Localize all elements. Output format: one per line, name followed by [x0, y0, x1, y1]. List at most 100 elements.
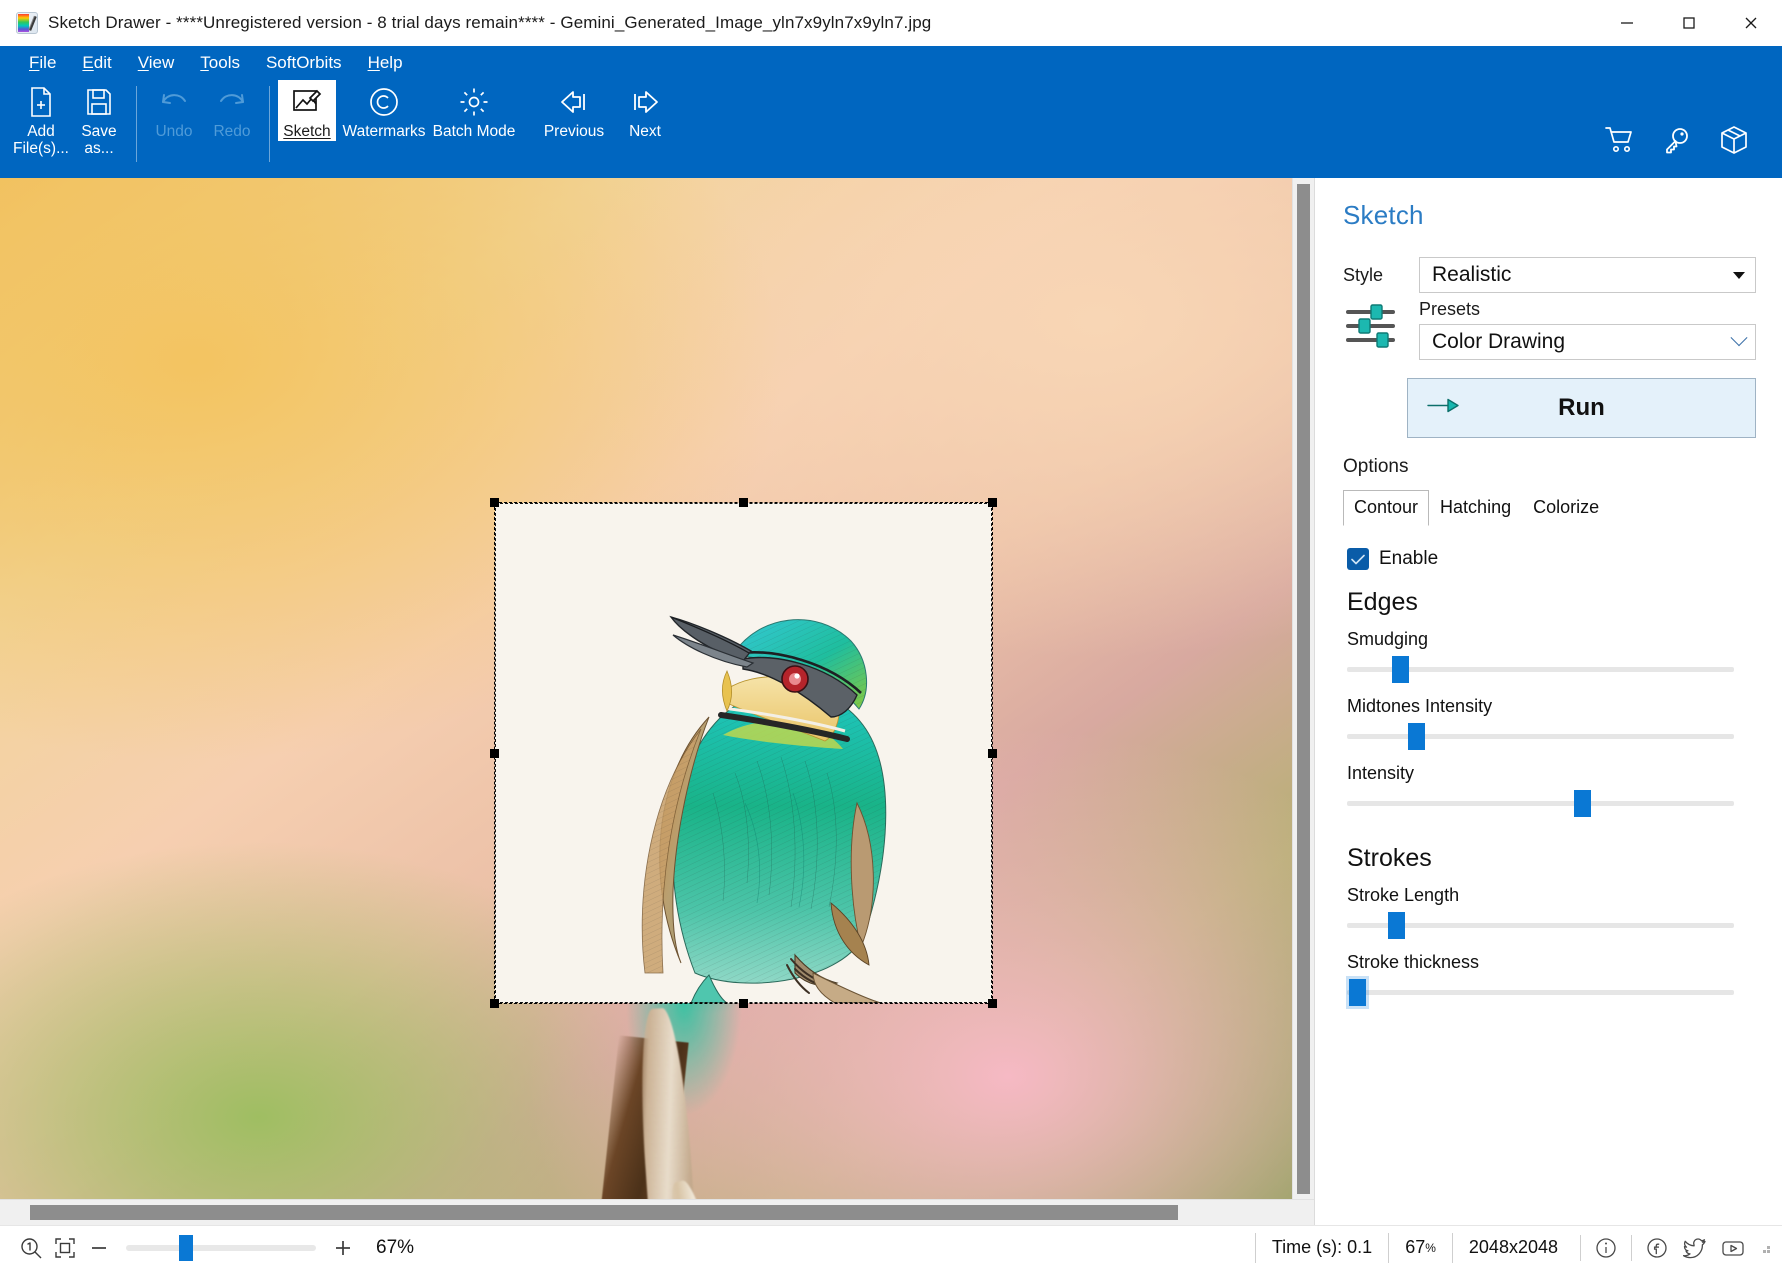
toolbar: Add File(s)... Save as... Undo Redo Sket…	[0, 80, 1782, 178]
slider-label-smudging: Smudging	[1347, 629, 1429, 649]
key-icon[interactable]	[1662, 125, 1692, 155]
next-label: Next	[629, 123, 661, 140]
cart-icon[interactable]	[1604, 125, 1636, 155]
undo-button: Undo	[145, 80, 203, 141]
tab-colorize[interactable]: Colorize	[1522, 490, 1610, 526]
image-canvas[interactable]	[0, 178, 1292, 1199]
horizontal-scroll-thumb[interactable]	[30, 1205, 1178, 1220]
ribbon: File Edit View Tools SoftOrbits Help Add…	[0, 46, 1782, 178]
menu-help[interactable]: Help	[355, 51, 416, 75]
plus-icon[interactable]	[326, 1231, 360, 1265]
presets-label: Presets	[1419, 299, 1481, 319]
status-bar-right: Time (s): 0.1 67% 2048x2048	[1254, 1231, 1772, 1265]
slider-track	[1347, 923, 1734, 928]
slider-thumb[interactable]	[1391, 656, 1409, 683]
slider-smudging[interactable]	[1347, 652, 1752, 686]
sketch-settings-panel: Sketch Style Realistic Presets Color Dra…	[1314, 178, 1782, 1225]
slider-track	[1347, 734, 1734, 739]
add-files-button[interactable]: Add File(s)...	[12, 80, 70, 157]
slider-stroke-thickness[interactable]	[1347, 975, 1752, 1009]
watermarks-button[interactable]: Watermarks	[336, 80, 432, 141]
enable-checkbox[interactable]	[1347, 548, 1369, 570]
menu-tools[interactable]: Tools	[187, 51, 253, 75]
slider-stroke-length[interactable]	[1347, 908, 1752, 942]
previous-button[interactable]: Previous	[532, 80, 616, 141]
resize-handle-bottom-center[interactable]	[739, 999, 748, 1008]
maximize-icon[interactable]	[1658, 0, 1720, 46]
presets-dropdown[interactable]: Color Drawing	[1419, 324, 1756, 360]
menu-bar: File Edit View Tools SoftOrbits Help	[0, 46, 1782, 80]
slider-label-stroke-length: Stroke Length	[1347, 885, 1460, 905]
fit-to-screen-icon[interactable]	[48, 1231, 82, 1265]
resize-handle-bottom-left[interactable]	[490, 999, 499, 1008]
status-divider	[1580, 1234, 1581, 1261]
resize-handle-bottom-right[interactable]	[988, 999, 997, 1008]
menu-file[interactable]: File	[16, 51, 69, 75]
slider-thumb[interactable]	[1387, 912, 1405, 939]
vertical-scroll-thumb[interactable]	[1297, 184, 1310, 1194]
info-icon[interactable]	[1587, 1231, 1625, 1265]
run-button[interactable]: Run	[1407, 378, 1756, 438]
canvas-horizontal-scrollbar[interactable]	[0, 1199, 1314, 1225]
image-dimensions: 2048x2048	[1451, 1232, 1574, 1263]
sketch-label: Sketch	[283, 123, 331, 140]
canvas-scroll-zone	[0, 178, 1314, 1199]
resize-handle-top-left[interactable]	[490, 498, 499, 507]
zoom-slider[interactable]	[126, 1231, 316, 1265]
slider-track	[1347, 801, 1734, 806]
resize-grip[interactable]	[1758, 1241, 1772, 1255]
section-heading-strokes: Strokes	[1347, 844, 1432, 872]
zoom-slider-thumb[interactable]	[179, 1234, 194, 1261]
save-as-button[interactable]: Save as...	[70, 80, 128, 157]
main-body: Sketch Style Realistic Presets Color Dra…	[0, 178, 1782, 1225]
resize-handle-top-right[interactable]	[988, 498, 997, 507]
toolbar-separator-2	[269, 86, 270, 162]
menu-view[interactable]: View	[125, 51, 188, 75]
undo-label: Undo	[155, 123, 193, 140]
watermarks-label: Watermarks	[342, 123, 426, 140]
slider-midtones-intensity[interactable]	[1347, 719, 1752, 753]
sketch-icon	[292, 84, 322, 120]
enable-row[interactable]: Enable	[1347, 548, 1756, 570]
save-as-label: Save as...	[81, 123, 117, 157]
batch-mode-button[interactable]: Batch Mode	[432, 80, 516, 141]
add-file-icon	[28, 84, 54, 120]
youtube-icon[interactable]	[1714, 1231, 1752, 1265]
twitter-icon[interactable]	[1676, 1231, 1714, 1265]
slider-label-midtones-intensity: Midtones Intensity	[1347, 696, 1493, 716]
package-box-icon[interactable]	[1718, 124, 1750, 156]
zoom-actual-size-icon[interactable]	[14, 1231, 48, 1265]
slider-intensity[interactable]	[1347, 786, 1752, 820]
style-dropdown[interactable]: Realistic	[1419, 257, 1756, 293]
gear-icon	[458, 84, 490, 120]
redo-icon	[217, 84, 247, 120]
next-button[interactable]: Next	[616, 80, 674, 141]
menu-edit[interactable]: Edit	[69, 51, 124, 75]
minus-icon[interactable]	[82, 1231, 116, 1265]
tab-contour[interactable]: Contour	[1343, 490, 1430, 526]
panel-title: Sketch	[1343, 200, 1424, 230]
minimize-icon[interactable]	[1596, 0, 1658, 46]
resize-handle-middle-right[interactable]	[988, 748, 997, 758]
slider-thumb[interactable]	[1349, 979, 1367, 1006]
slider-thumb[interactable]	[1573, 790, 1591, 817]
undo-icon	[159, 84, 189, 120]
slider-thumb[interactable]	[1407, 723, 1425, 750]
save-icon	[86, 84, 112, 120]
chevron-down-icon	[1733, 271, 1745, 279]
facebook-icon[interactable]	[1638, 1231, 1676, 1265]
add-files-label: Add File(s)...	[13, 123, 69, 157]
canvas-vertical-scrollbar[interactable]	[1292, 178, 1314, 1199]
selection-rectangle[interactable]	[490, 498, 997, 1008]
batch-mode-label: Batch Mode	[432, 123, 516, 140]
sketch-button[interactable]: Sketch	[278, 80, 336, 141]
resize-handle-top-center[interactable]	[739, 498, 748, 507]
chevron-down-icon	[1730, 329, 1748, 347]
resize-handle-middle-left[interactable]	[490, 748, 499, 758]
close-icon[interactable]	[1720, 0, 1782, 46]
tab-hatching[interactable]: Hatching	[1429, 490, 1522, 526]
menu-softorbits[interactable]: SoftOrbits	[253, 51, 355, 75]
title-bar: Sketch Drawer - ****Unregistered version…	[0, 0, 1782, 46]
zoom-readout: 67%	[1388, 1232, 1452, 1263]
status-bar: 67% Time (s): 0.1 67% 2048x2048	[0, 1225, 1782, 1269]
